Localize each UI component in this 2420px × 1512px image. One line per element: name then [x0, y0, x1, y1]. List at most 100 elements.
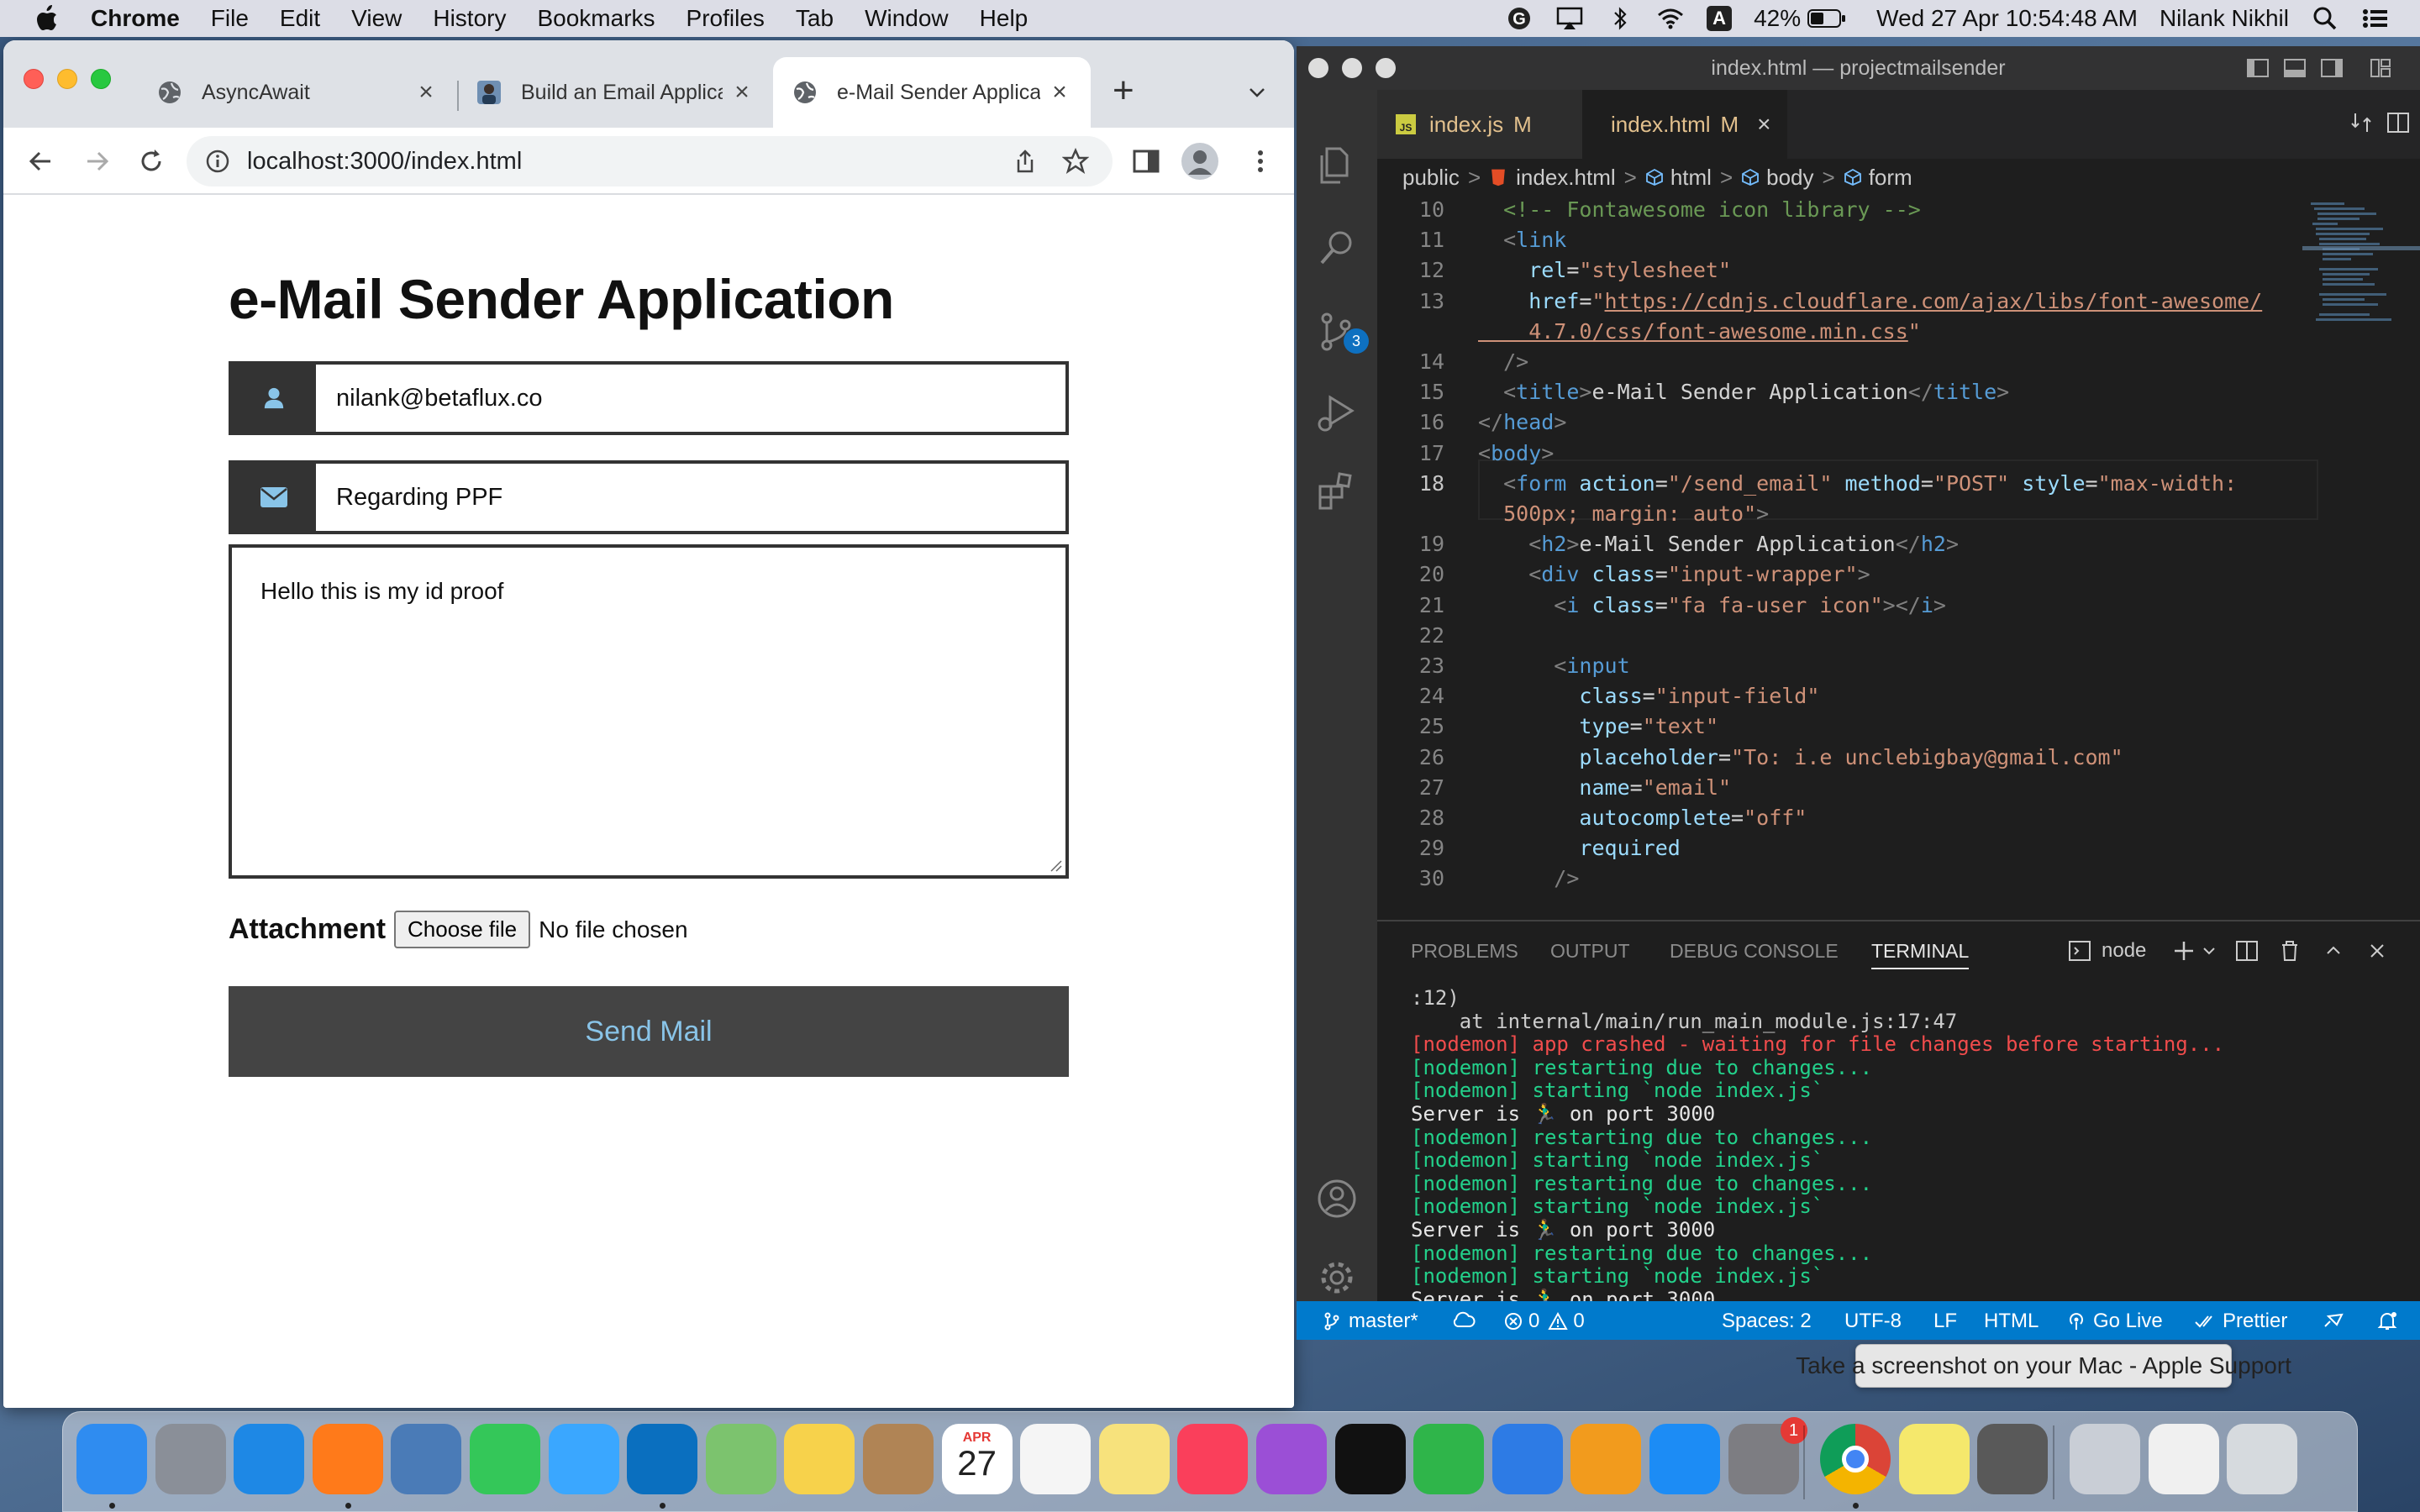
code-line[interactable]: <link: [1478, 228, 1566, 252]
minimap[interactable]: [2302, 196, 2420, 920]
bookmark-star-icon[interactable]: [1062, 148, 1089, 175]
code-line[interactable]: type="text": [1478, 714, 1718, 738]
tab-index-html[interactable]: index.html M ×: [1582, 90, 1787, 159]
open-changes-icon[interactable]: [2349, 110, 2374, 135]
tab-build-email-app[interactable]: Build an Email Application ×: [457, 57, 773, 128]
status-problems[interactable]: 0 0: [1503, 1310, 1585, 1333]
code-line[interactable]: />: [1478, 866, 1579, 890]
messages-icon[interactable]: [548, 1424, 619, 1494]
code-line[interactable]: class="input-field": [1478, 684, 1819, 708]
run-debug-icon[interactable]: [1313, 389, 1360, 436]
status-prettier[interactable]: Prettier: [2194, 1310, 2287, 1333]
menu-user[interactable]: Nilank Nikhil: [2160, 5, 2289, 32]
chrome-icon[interactable]: [1820, 1424, 1891, 1494]
numbers-icon[interactable]: [1413, 1424, 1485, 1494]
tab-close-icon[interactable]: ×: [1757, 111, 1770, 138]
window-close-button[interactable]: [24, 69, 44, 89]
menu-tab[interactable]: Tab: [796, 5, 834, 32]
breadcrumb-item[interactable]: index.html: [1516, 165, 1616, 191]
status-eol[interactable]: LF: [1933, 1310, 1957, 1333]
share-icon[interactable]: [1012, 148, 1039, 175]
notifications-bell-icon[interactable]: [2375, 1310, 2399, 1331]
battery-status[interactable]: 42%: [1754, 5, 1846, 32]
maximize-panel-chevron-up-icon[interactable]: [2322, 937, 2345, 965]
chevron-down-icon[interactable]: [2201, 937, 2217, 965]
window-zoom-button[interactable]: [91, 69, 111, 89]
subject-field[interactable]: Regarding PPF: [316, 464, 1065, 531]
menu-help[interactable]: Help: [980, 5, 1028, 32]
calendar-icon[interactable]: APR 27: [941, 1424, 1013, 1494]
status-indentation[interactable]: Spaces: 2: [1722, 1310, 1812, 1333]
terminal-output[interactable]: :12) at internal/main/run_main_module.js…: [1411, 986, 2402, 1335]
code-line[interactable]: <body>: [1478, 441, 1554, 465]
menu-view[interactable]: View: [351, 5, 402, 32]
panel-tab-output[interactable]: OUTPUT: [1550, 940, 1630, 963]
terminal-shell-selector[interactable]: node: [2068, 937, 2146, 965]
site-info-icon[interactable]: [205, 149, 230, 174]
url-text[interactable]: localhost:3000/index.html: [247, 148, 1012, 176]
code-editor[interactable]: 10 <!-- Fontawesome icon library --> 11 <…: [1377, 196, 2420, 920]
wifi-icon[interactable]: [1656, 6, 1685, 31]
apple-logo-icon[interactable]: [34, 4, 59, 33]
panel-tab-problems[interactable]: PROBLEMS: [1411, 940, 1518, 963]
finder-icon[interactable]: [76, 1424, 147, 1494]
new-tab-button[interactable]: +: [1113, 72, 1134, 109]
trash-icon[interactable]: [2278, 937, 2302, 965]
split-terminal-icon[interactable]: [2234, 937, 2260, 965]
status-encoding[interactable]: UTF-8: [1844, 1310, 1902, 1333]
tab-close-icon[interactable]: ×: [1047, 78, 1072, 107]
stickies-icon[interactable]: [1898, 1424, 1970, 1494]
appstore-icon[interactable]: [1649, 1424, 1720, 1494]
send-mail-button[interactable]: Send Mail: [229, 986, 1069, 1077]
trash-icon[interactable]: [2227, 1424, 2298, 1494]
appletv-icon[interactable]: [1334, 1424, 1406, 1494]
breadcrumb-item[interactable]: public: [1402, 165, 1460, 191]
panel-tab-debug-console[interactable]: DEBUG CONSOLE: [1670, 940, 1839, 963]
code-line[interactable]: rel="stylesheet": [1478, 258, 1731, 282]
launchpad-icon[interactable]: [155, 1424, 226, 1494]
profile-avatar[interactable]: [1181, 143, 1218, 180]
breadcrumb-item[interactable]: html: [1670, 165, 1712, 191]
code-line[interactable]: <i class="fa fa-user icon"></i>: [1478, 593, 1946, 617]
sync-cloud-icon[interactable]: [1451, 1310, 1476, 1331]
new-terminal-plus-icon[interactable]: [2170, 937, 2197, 965]
spotlight-icon[interactable]: [2311, 6, 2339, 31]
notes-icon[interactable]: [1098, 1424, 1170, 1494]
customize-layout-icon[interactable]: [2369, 56, 2392, 80]
tab-index-js[interactable]: JS index.js M: [1377, 90, 1582, 159]
accounts-icon[interactable]: [1313, 1175, 1360, 1222]
message-textarea[interactable]: Hello this is my id proof: [229, 544, 1069, 879]
airplay-icon[interactable]: [1555, 6, 1584, 31]
code-line[interactable]: <div class="input-wrapper">: [1478, 562, 1870, 586]
grammarly-icon[interactable]: G: [1505, 6, 1534, 31]
menu-clock[interactable]: Wed 27 Apr 10:54:48 AM: [1876, 5, 2138, 32]
music-icon[interactable]: [1177, 1424, 1249, 1494]
breadcrumb-item[interactable]: form: [1869, 165, 1912, 191]
firefox-icon[interactable]: [312, 1424, 383, 1494]
code-line[interactable]: name="email": [1478, 775, 1731, 800]
toggle-primary-sidebar-icon[interactable]: [2246, 56, 2270, 80]
menu-file[interactable]: File: [211, 5, 249, 32]
bluetooth-icon[interactable]: [1606, 6, 1634, 31]
code-line[interactable]: href="https://cdnjs.cloudflare.com/ajax/…: [1478, 289, 2262, 313]
toggle-secondary-sidebar-icon[interactable]: [2320, 56, 2344, 80]
settings-gear-icon[interactable]: [1313, 1254, 1360, 1301]
tab-close-icon[interactable]: ×: [413, 78, 439, 107]
more-menu-icon[interactable]: [1245, 146, 1276, 176]
tab-close-icon[interactable]: ×: [729, 78, 755, 107]
code-line[interactable]: placeholder="To: i.e unclebigbay@gmail.c…: [1478, 745, 2123, 769]
menu-bookmarks[interactable]: Bookmarks: [537, 5, 655, 32]
search-icon[interactable]: [1313, 224, 1360, 271]
reminders-icon[interactable]: [1020, 1424, 1092, 1494]
code-line[interactable]: <title>e-Mail Sender Application</title>: [1478, 380, 2009, 404]
window-minimize-button[interactable]: [57, 69, 77, 89]
extensions-icon[interactable]: [1313, 468, 1360, 515]
code-line[interactable]: autocomplete="off": [1478, 806, 1807, 830]
menu-profiles[interactable]: Profiles: [687, 5, 765, 32]
vscode-icon[interactable]: [627, 1424, 698, 1494]
input-source-icon[interactable]: A: [1707, 6, 1733, 31]
keynote-icon[interactable]: [1491, 1424, 1563, 1494]
choose-file-button[interactable]: Choose file: [394, 911, 531, 948]
resize-grip-icon[interactable]: [1047, 857, 1062, 872]
preview-icon[interactable]: [391, 1424, 462, 1494]
